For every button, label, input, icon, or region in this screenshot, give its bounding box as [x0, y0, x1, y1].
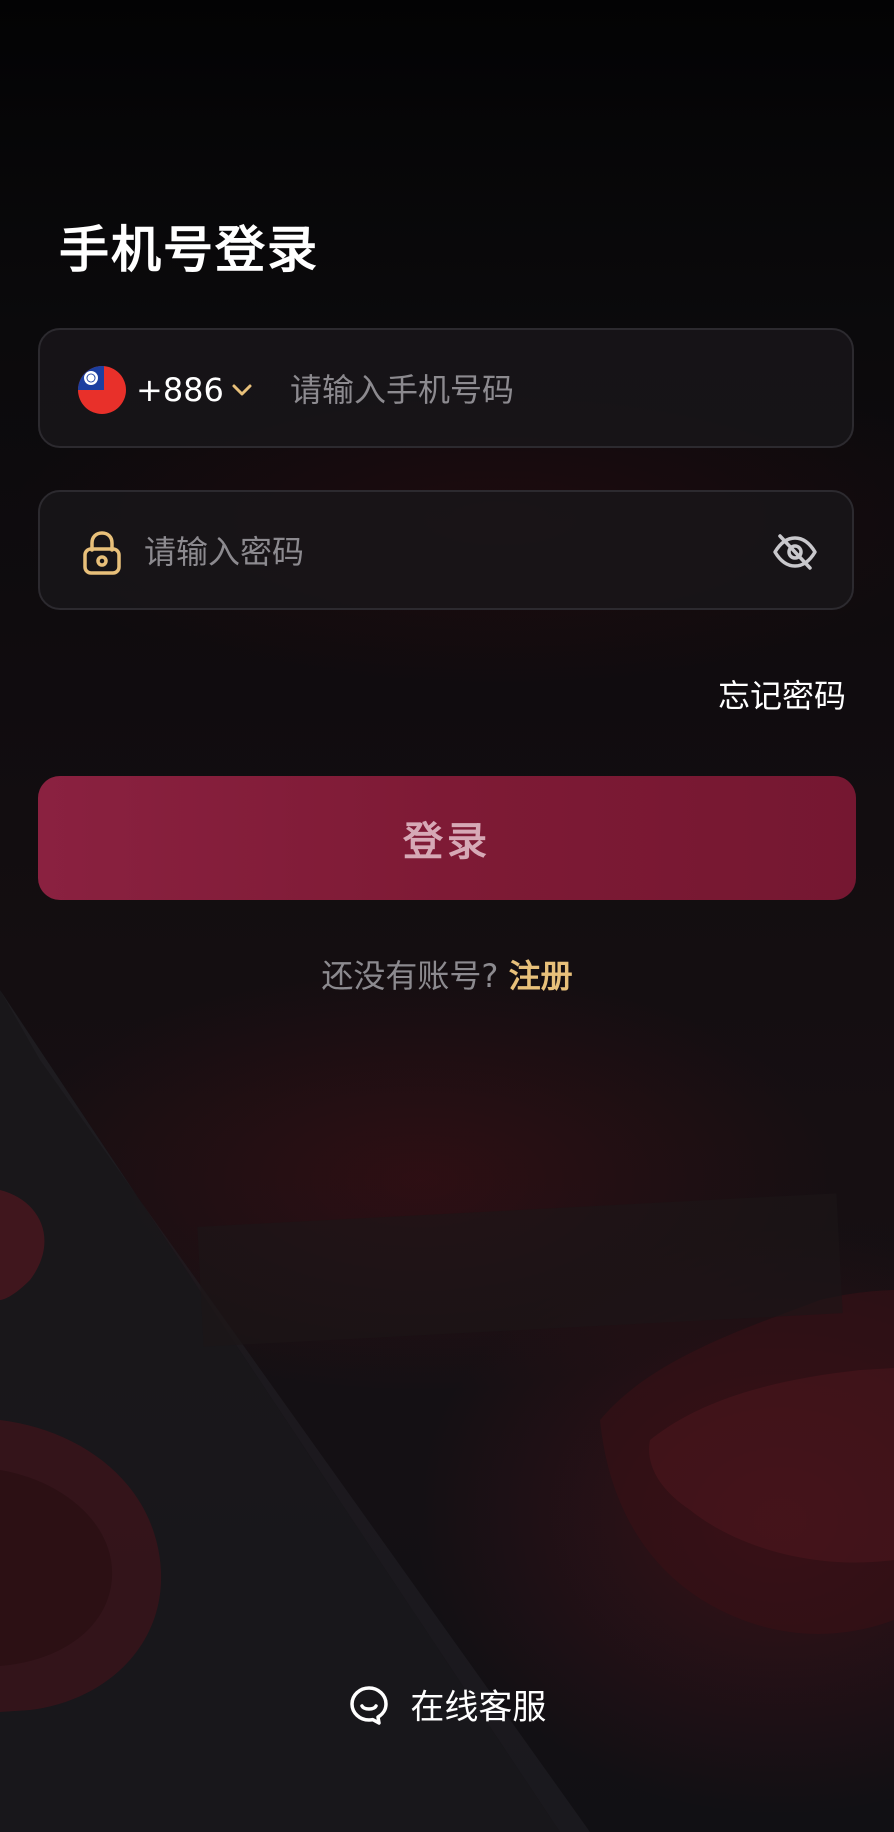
- country-code[interactable]: +886: [136, 366, 224, 414]
- register-link[interactable]: 注册: [509, 957, 573, 995]
- online-support-button[interactable]: 在线客服: [0, 1682, 894, 1732]
- taiwan-flag-icon[interactable]: [78, 366, 126, 414]
- password-input[interactable]: [144, 520, 704, 584]
- forgot-password-link[interactable]: 忘记密码: [718, 672, 846, 720]
- login-button[interactable]: 登录: [38, 776, 856, 900]
- register-row: 还没有账号? 注册: [0, 952, 894, 1000]
- online-support-label: 在线客服: [410, 1687, 547, 1728]
- chat-bubble-icon: [349, 1685, 388, 1725]
- phone-field: +886: [38, 328, 854, 448]
- login-screen: 手机号登录 +886 请输入手机号码 忘记密码 登录 还没有账号? 注册 在线客…: [0, 0, 894, 1832]
- eye-off-icon[interactable]: [772, 530, 818, 574]
- page-title: 手机号登录: [59, 221, 319, 279]
- register-prompt: 还没有账号?: [321, 957, 499, 995]
- password-field: [38, 490, 854, 610]
- lock-icon: [83, 531, 121, 575]
- chevron-down-icon[interactable]: [226, 374, 258, 406]
- phone-number-input[interactable]: [290, 358, 810, 422]
